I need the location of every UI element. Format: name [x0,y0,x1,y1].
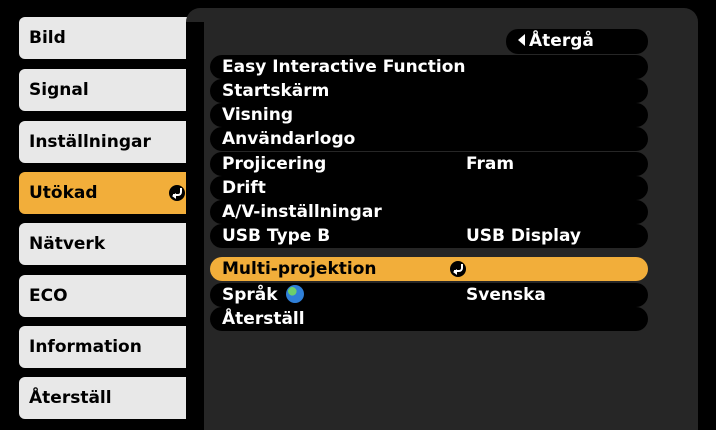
menu-item-label: Multi-projektion [222,259,377,279]
tab-label: ECO [29,286,68,306]
tab-utokad[interactable]: Utökad [19,172,197,214]
menu-item-label: Easy Interactive Function [222,57,466,77]
menu-item-easy-interactive[interactable]: Easy Interactive Function [210,55,648,79]
tab-signal[interactable]: Signal [19,69,197,111]
tab-bild[interactable]: Bild [19,17,197,59]
tab-label: Nätverk [29,234,106,254]
menu-item-drift[interactable]: Drift [210,176,648,200]
menu-item-projicering[interactable]: Projicering Fram [210,152,648,176]
menu-item-label: Projicering [222,154,327,174]
menu-item-sprak[interactable]: Språk Svenska [210,283,648,307]
menu-item-startskarm[interactable]: Startskärm [210,79,648,103]
menu-item-value: USB Display [466,226,582,246]
menu-item-visning[interactable]: Visning [210,103,648,127]
tab-eco[interactable]: ECO [19,275,197,317]
menu-item-aterstall[interactable]: Återställ [210,307,648,331]
menu-item-av-installningar[interactable]: A/V-inställningar [210,200,648,224]
tab-label: Utökad [29,183,98,203]
tab-aterstall[interactable]: Återställ [19,377,197,419]
menu-item-value: Svenska [466,285,546,305]
menu-item-label: Återställ [222,309,305,329]
menu-item-multi-projektion[interactable]: Multi-projektion [210,257,648,281]
tab-label: Information [29,337,142,357]
back-button[interactable]: Återgå [506,29,648,54]
globe-icon [285,285,304,303]
menu-item-usb-type-b[interactable]: USB Type B USB Display [210,224,648,248]
menu-item-value: Fram [466,154,515,174]
menu-item-label: Visning [222,105,294,125]
menu-item-label: USB Type B [222,226,331,246]
tab-natverk[interactable]: Nätverk [19,223,197,265]
menu-item-label: Användarlogo [222,129,356,149]
tab-label: Signal [29,80,89,100]
enter-icon [450,261,466,277]
back-label: Återgå [529,31,594,51]
tab-installningar[interactable]: Inställningar [19,121,197,163]
menu-item-label: A/V-inställningar [222,202,382,222]
back-arrow-icon [518,34,525,46]
menu-item-label: Startskärm [222,81,330,101]
tab-information[interactable]: Information [19,326,197,368]
menu-item-label: Språk [222,285,278,305]
menu-item-label: Drift [222,178,266,198]
tab-label: Inställningar [29,132,151,152]
tab-label: Återställ [29,388,112,408]
enter-icon [169,185,185,201]
menu-item-anvandarlogo[interactable]: Användarlogo [210,127,648,151]
panel-divider [186,22,204,430]
tab-label: Bild [29,28,66,48]
